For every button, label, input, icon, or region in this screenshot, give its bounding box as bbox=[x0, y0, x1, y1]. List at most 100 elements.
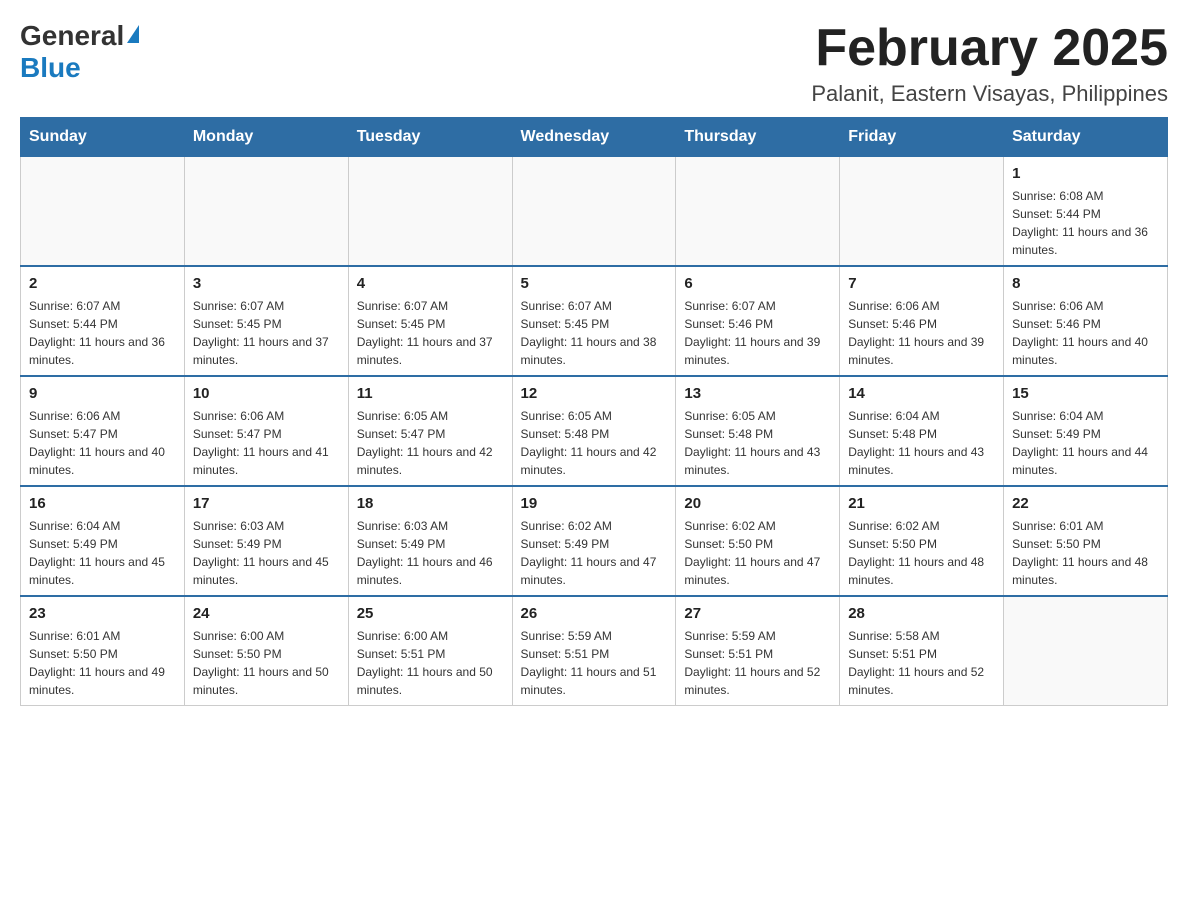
calendar-cell-w2-d1: 2 Sunrise: 6:07 AMSunset: 5:44 PMDaylight… bbox=[21, 266, 185, 376]
calendar-cell-w3-d6: 14Sunrise: 6:04 AMSunset: 5:48 PMDayligh… bbox=[840, 376, 1004, 486]
day-number: 28 bbox=[848, 603, 995, 624]
calendar-cell-w1-d6 bbox=[840, 157, 1004, 267]
location-subtitle: Palanit, Eastern Visayas, Philippines bbox=[811, 81, 1168, 107]
calendar-cell-w2-d7: 8 Sunrise: 6:06 AMSunset: 5:46 PMDaylight… bbox=[1004, 266, 1168, 376]
day-info: Sunrise: 5:59 AMSunset: 5:51 PMDaylight:… bbox=[521, 627, 668, 699]
title-block: February 2025 Palanit, Eastern Visayas, … bbox=[811, 20, 1168, 107]
col-sunday: Sunday bbox=[21, 118, 185, 157]
logo-general-text: General bbox=[20, 20, 124, 52]
day-number: 25 bbox=[357, 603, 504, 624]
calendar-cell-w4-d2: 17 Sunrise: 6:03 AMSunset: 5:49 PMDayligh… bbox=[184, 486, 348, 596]
day-info: Sunrise: 6:06 AMSunset: 5:46 PMDaylight:… bbox=[1012, 297, 1159, 369]
day-number: 22 bbox=[1012, 493, 1159, 514]
day-number: 3 bbox=[193, 273, 340, 294]
calendar-cell-w5-d2: 24 Sunrise: 6:00 AMSunset: 5:50 PMDayligh… bbox=[184, 596, 348, 706]
calendar-cell-w1-d1 bbox=[21, 157, 185, 267]
day-info: Sunrise: 6:08 AMSunset: 5:44 PMDaylight:… bbox=[1012, 187, 1159, 259]
day-number: 2 bbox=[29, 273, 176, 294]
col-monday: Monday bbox=[184, 118, 348, 157]
calendar-cell-w4-d6: 21 Sunrise: 6:02 AMSunset: 5:50 PMDayligh… bbox=[840, 486, 1004, 596]
day-number: 13 bbox=[684, 383, 831, 404]
logo: General Blue bbox=[20, 20, 139, 84]
day-info: Sunrise: 6:03 AMSunset: 5:49 PMDaylight:… bbox=[357, 517, 504, 589]
day-info: Sunrise: 6:01 AMSunset: 5:50 PMDaylight:… bbox=[29, 627, 176, 699]
day-number: 15 bbox=[1012, 383, 1159, 404]
day-number: 1 bbox=[1012, 163, 1159, 184]
calendar-cell-w5-d1: 23 Sunrise: 6:01 AMSunset: 5:50 PMDayligh… bbox=[21, 596, 185, 706]
day-number: 17 bbox=[193, 493, 340, 514]
day-info: Sunrise: 6:00 AMSunset: 5:51 PMDaylight:… bbox=[357, 627, 504, 699]
calendar-cell-w3-d1: 9Sunrise: 6:06 AMSunset: 5:47 PMDaylight… bbox=[21, 376, 185, 486]
col-saturday: Saturday bbox=[1004, 118, 1168, 157]
calendar-cell-w5-d5: 27Sunrise: 5:59 AMSunset: 5:51 PMDayligh… bbox=[676, 596, 840, 706]
day-info: Sunrise: 6:07 AMSunset: 5:44 PMDaylight:… bbox=[29, 297, 176, 369]
day-info: Sunrise: 6:03 AMSunset: 5:49 PMDaylight:… bbox=[193, 517, 340, 589]
day-number: 11 bbox=[357, 383, 504, 404]
day-info: Sunrise: 6:05 AMSunset: 5:48 PMDaylight:… bbox=[684, 407, 831, 479]
calendar-cell-w3-d7: 15 Sunrise: 6:04 AMSunset: 5:49 PMDayligh… bbox=[1004, 376, 1168, 486]
calendar-table: Sunday Monday Tuesday Wednesday Thursday… bbox=[20, 117, 1168, 706]
day-info: Sunrise: 6:02 AMSunset: 5:49 PMDaylight:… bbox=[521, 517, 668, 589]
day-info: Sunrise: 6:02 AMSunset: 5:50 PMDaylight:… bbox=[848, 517, 995, 589]
col-thursday: Thursday bbox=[676, 118, 840, 157]
logo-blue-text: Blue bbox=[20, 52, 81, 84]
calendar-cell-w5-d3: 25 Sunrise: 6:00 AMSunset: 5:51 PMDayligh… bbox=[348, 596, 512, 706]
calendar-cell-w5-d6: 28 Sunrise: 5:58 AMSunset: 5:51 PMDayligh… bbox=[840, 596, 1004, 706]
day-number: 6 bbox=[684, 273, 831, 294]
page-header: General Blue February 2025 Palanit, East… bbox=[20, 20, 1168, 107]
day-number: 27 bbox=[684, 603, 831, 624]
calendar-week-2: 2 Sunrise: 6:07 AMSunset: 5:44 PMDaylight… bbox=[21, 266, 1168, 376]
calendar-cell-w3-d5: 13 Sunrise: 6:05 AMSunset: 5:48 PMDayligh… bbox=[676, 376, 840, 486]
col-tuesday: Tuesday bbox=[348, 118, 512, 157]
day-number: 19 bbox=[521, 493, 668, 514]
calendar-cell-w4-d3: 18 Sunrise: 6:03 AMSunset: 5:49 PMDayligh… bbox=[348, 486, 512, 596]
day-number: 8 bbox=[1012, 273, 1159, 294]
day-info: Sunrise: 6:05 AMSunset: 5:48 PMDaylight:… bbox=[521, 407, 668, 479]
calendar-cell-w4-d7: 22 Sunrise: 6:01 AMSunset: 5:50 PMDayligh… bbox=[1004, 486, 1168, 596]
day-info: Sunrise: 6:04 AMSunset: 5:49 PMDaylight:… bbox=[1012, 407, 1159, 479]
calendar-cell-w4-d1: 16 Sunrise: 6:04 AMSunset: 5:49 PMDayligh… bbox=[21, 486, 185, 596]
calendar-cell-w2-d2: 3Sunrise: 6:07 AMSunset: 5:45 PMDaylight… bbox=[184, 266, 348, 376]
day-info: Sunrise: 6:04 AMSunset: 5:48 PMDaylight:… bbox=[848, 407, 995, 479]
calendar-cell-w4-d4: 19 Sunrise: 6:02 AMSunset: 5:49 PMDayligh… bbox=[512, 486, 676, 596]
day-number: 26 bbox=[521, 603, 668, 624]
day-number: 16 bbox=[29, 493, 176, 514]
day-number: 24 bbox=[193, 603, 340, 624]
day-info: Sunrise: 6:07 AMSunset: 5:46 PMDaylight:… bbox=[684, 297, 831, 369]
calendar-cell-w1-d3 bbox=[348, 157, 512, 267]
logo-triangle-icon bbox=[127, 25, 139, 43]
calendar-cell-w3-d4: 12 Sunrise: 6:05 AMSunset: 5:48 PMDayligh… bbox=[512, 376, 676, 486]
day-info: Sunrise: 6:05 AMSunset: 5:47 PMDaylight:… bbox=[357, 407, 504, 479]
calendar-cell-w2-d6: 7 Sunrise: 6:06 AMSunset: 5:46 PMDaylight… bbox=[840, 266, 1004, 376]
day-info: Sunrise: 6:07 AMSunset: 5:45 PMDaylight:… bbox=[521, 297, 668, 369]
calendar-cell-w5-d7 bbox=[1004, 596, 1168, 706]
day-info: Sunrise: 6:06 AMSunset: 5:47 PMDaylight:… bbox=[193, 407, 340, 479]
day-info: Sunrise: 6:02 AMSunset: 5:50 PMDaylight:… bbox=[684, 517, 831, 589]
day-info: Sunrise: 6:04 AMSunset: 5:49 PMDaylight:… bbox=[29, 517, 176, 589]
col-friday: Friday bbox=[840, 118, 1004, 157]
day-number: 10 bbox=[193, 383, 340, 404]
day-number: 23 bbox=[29, 603, 176, 624]
day-info: Sunrise: 6:00 AMSunset: 5:50 PMDaylight:… bbox=[193, 627, 340, 699]
calendar-cell-w3-d3: 11 Sunrise: 6:05 AMSunset: 5:47 PMDayligh… bbox=[348, 376, 512, 486]
col-wednesday: Wednesday bbox=[512, 118, 676, 157]
calendar-cell-w4-d5: 20 Sunrise: 6:02 AMSunset: 5:50 PMDayligh… bbox=[676, 486, 840, 596]
day-info: Sunrise: 5:58 AMSunset: 5:51 PMDaylight:… bbox=[848, 627, 995, 699]
calendar-cell-w1-d4 bbox=[512, 157, 676, 267]
calendar-cell-w2-d5: 6 Sunrise: 6:07 AMSunset: 5:46 PMDaylight… bbox=[676, 266, 840, 376]
calendar-week-1: 1 Sunrise: 6:08 AMSunset: 5:44 PMDaylight… bbox=[21, 157, 1168, 267]
day-info: Sunrise: 6:06 AMSunset: 5:47 PMDaylight:… bbox=[29, 407, 176, 479]
day-number: 7 bbox=[848, 273, 995, 294]
day-number: 20 bbox=[684, 493, 831, 514]
day-info: Sunrise: 6:06 AMSunset: 5:46 PMDaylight:… bbox=[848, 297, 995, 369]
day-info: Sunrise: 6:01 AMSunset: 5:50 PMDaylight:… bbox=[1012, 517, 1159, 589]
calendar-week-3: 9Sunrise: 6:06 AMSunset: 5:47 PMDaylight… bbox=[21, 376, 1168, 486]
day-number: 21 bbox=[848, 493, 995, 514]
calendar-cell-w2-d3: 4Sunrise: 6:07 AMSunset: 5:45 PMDaylight… bbox=[348, 266, 512, 376]
month-title: February 2025 bbox=[811, 20, 1168, 77]
day-number: 18 bbox=[357, 493, 504, 514]
calendar-week-5: 23 Sunrise: 6:01 AMSunset: 5:50 PMDayligh… bbox=[21, 596, 1168, 706]
day-number: 12 bbox=[521, 383, 668, 404]
calendar-cell-w1-d2 bbox=[184, 157, 348, 267]
calendar-cell-w1-d7: 1 Sunrise: 6:08 AMSunset: 5:44 PMDaylight… bbox=[1004, 157, 1168, 267]
